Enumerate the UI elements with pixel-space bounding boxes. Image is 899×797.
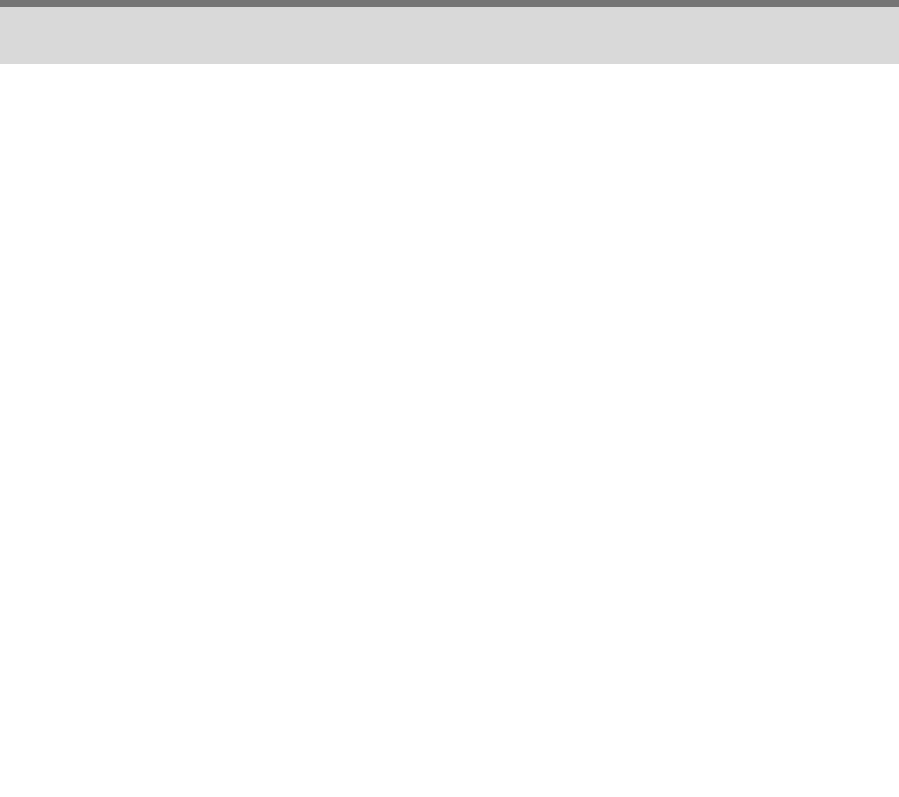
wiring-diagram: [0, 0, 899, 797]
